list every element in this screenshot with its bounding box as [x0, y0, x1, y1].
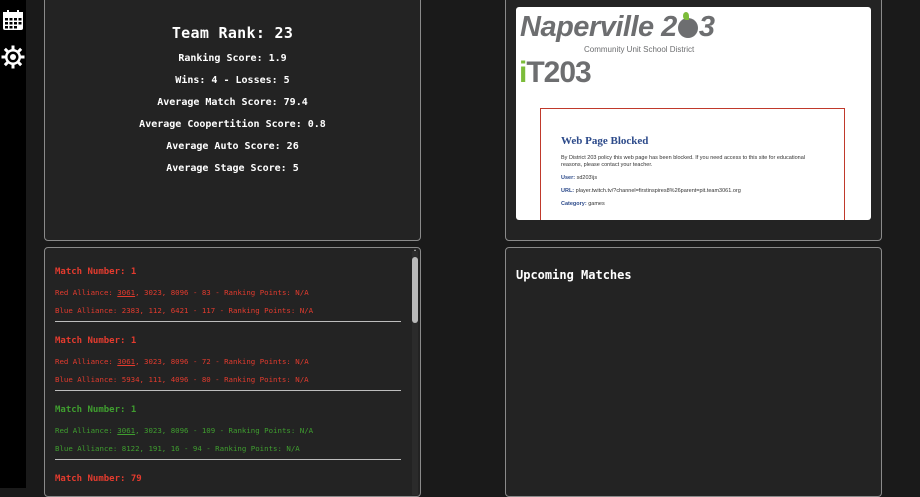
upcoming-matches-heading: Upcoming Matches [516, 268, 632, 282]
average-auto-score: Average Auto Score: 26 [166, 141, 299, 152]
blocked-category: Category: games [561, 201, 605, 207]
district-subtitle: Community Unit School District [584, 45, 695, 54]
ranking-score: Ranking Score: 1.9 [178, 53, 287, 64]
red-alliance: Red Alliance: 3061, 3023, 8096 - 83 - Ra… [55, 288, 309, 297]
district-logo: Naperville 23 [520, 11, 715, 43]
match-item: Match Number: 1 Red Alliance: 3061, 3023… [55, 335, 401, 391]
team-link[interactable]: 3061 [117, 288, 135, 297]
match-number: Match Number: 1 [55, 336, 137, 346]
match-number: Match Number: 79 [55, 474, 142, 484]
team-rank-title: Team Rank: 23 [171, 24, 294, 42]
stream-embed[interactable]: Naperville 23 Community Unit School Dist… [516, 7, 871, 220]
red-alliance: Red Alliance: 3061, 3023, 8096 - 72 - Ra… [55, 357, 309, 366]
blocked-notice: Web Page Blocked By District 203 policy … [540, 108, 845, 220]
sidebar [0, 0, 26, 488]
red-alliance: Red Alliance: 3061, 3023, 8096 - 109 - R… [55, 426, 314, 435]
blue-alliance: Blue Alliance: 8122, 191, 16 - 94 - Rank… [55, 444, 300, 453]
stream-panel: Naperville 23 Community Unit School Dist… [505, 0, 882, 241]
average-coopertition-score: Average Coopertition Score: 0.8 [139, 119, 326, 130]
blocked-title: Web Page Blocked [561, 135, 649, 147]
match-list: Match Number: 1 Red Alliance: 3061, 3023… [55, 266, 401, 496]
it-logo: iT203 [519, 56, 592, 89]
calendar-icon[interactable] [1, 8, 25, 32]
match-item: Match Number: 1 Red Alliance: 3061, 3023… [55, 404, 401, 460]
blocked-url: URL: player.twitch.tv/?channel=firstinsp… [561, 188, 741, 194]
blocked-message: By District 203 policy this web page has… [561, 155, 805, 168]
scroll-thumb[interactable] [412, 257, 418, 323]
match-number: Match Number: 1 [55, 267, 137, 277]
gear-icon[interactable] [1, 45, 25, 69]
match-item: Match Number: 79 [55, 473, 401, 496]
team-stats-panel: Team Rank: 23 Ranking Score: 1.9 Wins: 4… [44, 0, 421, 241]
wins-losses: Wins: 4 - Losses: 5 [175, 75, 290, 86]
team-link[interactable]: 3061 [117, 357, 135, 366]
blocked-user: User: sd203\js [561, 175, 598, 181]
average-stage-score: Average Stage Score: 5 [166, 163, 299, 174]
match-item: Match Number: 1 Red Alliance: 3061, 3023… [55, 266, 401, 322]
upcoming-matches-panel: Upcoming Matches [505, 247, 882, 497]
match-number: Match Number: 1 [55, 405, 137, 415]
blue-alliance: Blue Alliance: 5934, 111, 4096 - 80 - Ra… [55, 375, 309, 384]
average-match-score: Average Match Score: 79.4 [157, 97, 308, 108]
match-history-panel[interactable]: Match Number: 1 Red Alliance: 3061, 3023… [44, 247, 421, 497]
scrollbar[interactable] [412, 251, 418, 495]
team-link[interactable]: 3061 [117, 426, 135, 435]
globe-icon [677, 12, 698, 38]
blue-alliance: Blue Alliance: 2383, 112, 6421 - 117 - R… [55, 306, 314, 315]
